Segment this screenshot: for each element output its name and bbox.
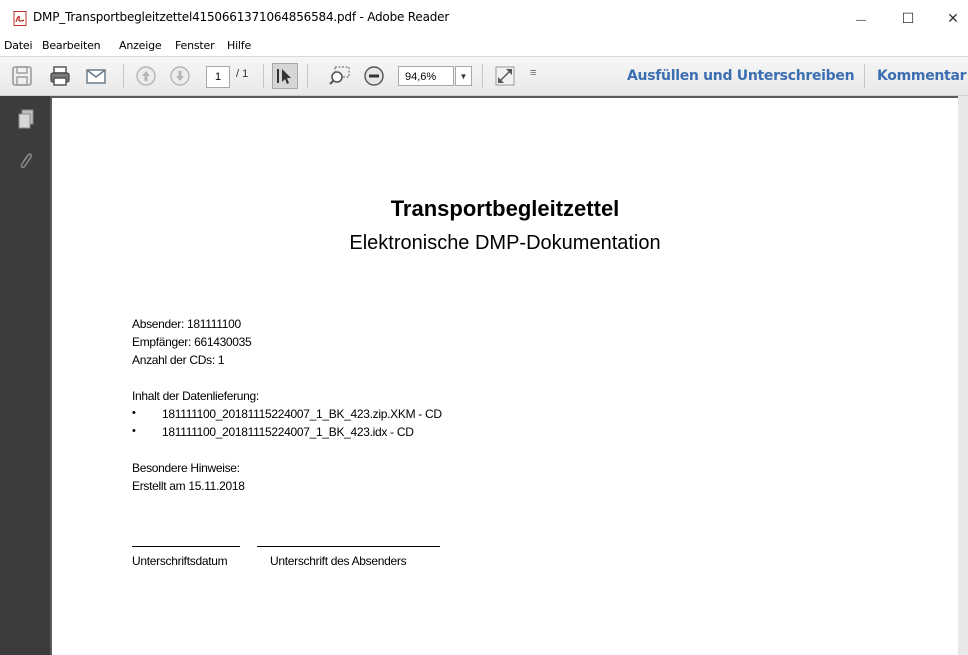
comment-link[interactable]: Kommentar (877, 68, 967, 84)
signature-date-line (132, 546, 240, 547)
print-icon[interactable] (48, 64, 72, 88)
email-icon[interactable] (84, 64, 108, 88)
page-total: / 1 (236, 68, 249, 80)
list-bullet: • (132, 425, 136, 437)
notes-heading: Besondere Hinweise: (132, 461, 240, 475)
close-button[interactable]: ✕ (938, 4, 968, 32)
document-subtitle: Elektronische DMP-Dokumentation (349, 232, 661, 254)
minimize-button[interactable]: — (846, 4, 876, 32)
fullscreen-icon[interactable] (493, 64, 517, 88)
next-page-icon[interactable] (168, 64, 192, 88)
zoom-out-icon[interactable] (362, 64, 386, 88)
sender-line: Absender: 181111100 (132, 317, 241, 331)
toolbar-separator (482, 64, 483, 88)
vertical-scrollbar[interactable] (958, 96, 968, 655)
attachments-icon[interactable] (17, 150, 35, 172)
fill-and-sign-link[interactable]: Ausfüllen und Unterschreiben (627, 68, 855, 84)
chevron-down-icon: ▼ (459, 72, 468, 81)
toolbar-separator (864, 64, 865, 88)
menu-fenster[interactable]: Fenster (175, 39, 215, 52)
toolbar-separator (123, 64, 124, 88)
navigation-pane (0, 96, 50, 655)
contents-heading: Inhalt der Datenlieferung: (132, 389, 259, 403)
menu-anzeige[interactable]: Anzeige (119, 39, 162, 52)
toolbar-separator (263, 64, 264, 88)
menu-datei[interactable]: Datei (4, 39, 33, 52)
toolbar-separator (307, 64, 308, 88)
contents-item: 181111100_20181115224007_1_BK_423.idx - … (162, 425, 414, 439)
zoom-dropdown-button[interactable]: ▼ (455, 66, 472, 86)
close-icon: ✕ (947, 10, 959, 26)
marquee-zoom-icon[interactable] (328, 64, 352, 88)
document-title: Transportbegleitzettel (390, 196, 620, 221)
menu-bar: Datei Bearbeiten Anzeige Fenster Hilfe (0, 36, 968, 57)
menu-bearbeiten[interactable]: Bearbeiten (42, 39, 101, 52)
zoom-input[interactable]: 94,6% (398, 66, 454, 86)
pdf-page: Transportbegleitzettel Elektronische DMP… (52, 98, 958, 655)
contents-item: 181111100_20181115224007_1_BK_423.zip.XK… (162, 407, 442, 421)
title-bar: DMP_Transportbegleitzettel41506613710648… (0, 0, 968, 36)
signature-sender-line (257, 546, 440, 547)
maximize-icon: ☐ (901, 10, 915, 26)
minimize-icon: — (856, 15, 866, 26)
cd-count-line: Anzahl der CDs: 1 (132, 353, 225, 367)
toolbar-overflow-icon[interactable]: ≡ (530, 67, 536, 79)
select-tool-button[interactable] (272, 63, 298, 89)
toolbar: 1 / 1 94,6% ▼ ≡ Ausfüllen und Unterschre… (0, 57, 968, 96)
maximize-button[interactable]: ☐ (893, 4, 923, 32)
signature-date-label: Unterschriftsdatum (132, 554, 228, 568)
signature-sender-label: Unterschrift des Absenders (270, 554, 407, 568)
menu-hilfe[interactable]: Hilfe (227, 39, 251, 52)
page-number-input[interactable]: 1 (206, 66, 230, 88)
recipient-line: Empfänger: 661430035 (132, 335, 252, 349)
page-thumbnails-icon[interactable] (17, 109, 35, 129)
created-date: Erstellt am 15.11.2018 (132, 479, 245, 493)
save-icon[interactable] (10, 64, 34, 88)
pdf-file-icon (13, 11, 27, 26)
list-bullet: • (132, 407, 136, 419)
cursor-arrow-icon (277, 69, 291, 84)
previous-page-icon[interactable] (134, 64, 158, 88)
window-title: DMP_Transportbegleitzettel41506613710648… (33, 10, 450, 24)
